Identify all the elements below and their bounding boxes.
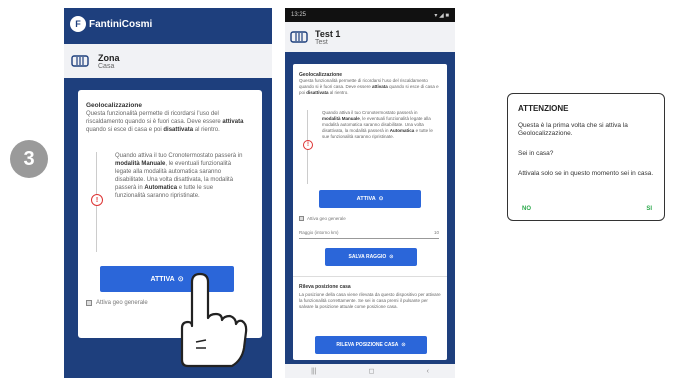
checkbox-label: Attiva geo generale xyxy=(96,300,148,306)
radius-value[interactable]: 10 xyxy=(434,230,439,235)
brand-name: FantiniCosmi xyxy=(89,18,153,30)
warning-icon: ! xyxy=(91,194,103,206)
attention-dialog: ATTENZIONE Questa è la prima volta che s… xyxy=(507,93,665,221)
home-position-title: Rileva posizione casa xyxy=(299,284,351,290)
detect-home-button[interactable]: RILEVA POSIZIONE CASA ⊙ xyxy=(315,336,427,354)
radiator-icon[interactable] xyxy=(289,27,309,47)
dialog-title: ATTENZIONE xyxy=(518,104,569,113)
dialog-yes-button[interactable]: SI xyxy=(646,206,652,212)
zone-title: Zona xyxy=(98,52,120,63)
geolocation-intro: Questa funzionalità permette di ricordar… xyxy=(86,111,244,133)
zone-subtitle: Casa xyxy=(98,62,115,70)
location-icon: ⊙ xyxy=(378,196,384,202)
status-time: 13:25 xyxy=(291,12,307,18)
section-divider xyxy=(293,276,447,277)
activate-button-label: ATTIVA xyxy=(356,196,376,202)
nav-home-button[interactable]: ◻ xyxy=(369,367,375,375)
brand-logo: F FantiniCosmi xyxy=(70,14,156,34)
phone-screen-geolocation: 13:25 ▾ ◢ ■ Test 1 Test Geolocalizzazion… xyxy=(285,8,455,378)
save-radius-label: SALVA RAGGIO xyxy=(348,254,387,260)
warning-box: ! Quando attiva il tuo Cronotermostato p… xyxy=(91,152,244,252)
location-icon: ⊙ xyxy=(401,342,406,348)
geolocation-title: Geolocalizzazione xyxy=(86,102,142,109)
radius-input-underline[interactable] xyxy=(299,238,439,239)
dialog-instruction: Attivala solo se in questo momento sei i… xyxy=(518,170,654,177)
radiator-icon[interactable] xyxy=(70,51,90,71)
dialog-no-button[interactable]: NO xyxy=(522,206,531,212)
zone-title: Test 1 xyxy=(315,28,341,39)
radius-row: Raggio (intorno km) 10 xyxy=(299,230,439,235)
home-position-text: La posizione della casa viene rilevata d… xyxy=(299,292,441,309)
nav-back-button[interactable]: ‹ xyxy=(427,368,429,375)
general-geo-checkbox[interactable]: Attiva geo generale xyxy=(299,216,346,221)
status-icons: ▾ ◢ ■ xyxy=(434,12,449,19)
general-geo-checkbox[interactable]: Attiva geo generale xyxy=(86,300,148,306)
zone-header: Test 1 Test xyxy=(285,22,455,52)
pointing-hand-icon xyxy=(180,272,248,368)
warning-box: ! Quando attiva il tuo Cronotermostato p… xyxy=(303,110,437,184)
brand-badge: F xyxy=(70,16,86,32)
tutorial-stage: 3 F FantiniCosmi Zona Casa Geolocalizzaz… xyxy=(0,0,676,378)
geolocation-intro: Questa funzionalità permette di ricordar… xyxy=(299,78,439,95)
checkbox-box[interactable] xyxy=(86,300,92,306)
save-radius-button[interactable]: SALVA RAGGIO ⊙ xyxy=(325,248,417,266)
phone-screen-zone: F FantiniCosmi Zona Casa Geolocalizzazio… xyxy=(64,8,272,378)
activate-button[interactable]: ATTIVA ⊙ xyxy=(319,190,421,208)
radius-label: Raggio (intorno km) xyxy=(299,230,339,235)
warning-text: Quando attiva il tuo Cronotermostato pas… xyxy=(115,153,243,199)
dialog-message-first-time: Questa è la prima volta che si attiva la… xyxy=(518,122,628,137)
checkbox-label: Attiva geo generale xyxy=(307,216,346,221)
detect-home-label: RILEVA POSIZIONE CASA xyxy=(336,342,399,348)
location-icon: ⊙ xyxy=(389,254,394,260)
step-badge: 3 xyxy=(10,140,48,178)
nav-recents-button[interactable]: ||| xyxy=(311,368,316,375)
status-bar: 13:25 ▾ ◢ ■ xyxy=(285,8,455,22)
dialog-question: Sei in casa? xyxy=(518,150,554,157)
checkbox-box[interactable] xyxy=(299,216,304,221)
android-nav-bar: ||| ◻ ‹ xyxy=(285,364,455,378)
zone-subtitle: Test xyxy=(315,38,328,46)
warning-text: Quando attiva il tuo Cronotermostato pas… xyxy=(322,110,433,139)
zone-header: Zona Casa xyxy=(64,44,272,78)
geolocation-card: Geolocalizzazione Questa funzionalità pe… xyxy=(293,64,447,360)
warning-icon: ! xyxy=(303,140,313,150)
